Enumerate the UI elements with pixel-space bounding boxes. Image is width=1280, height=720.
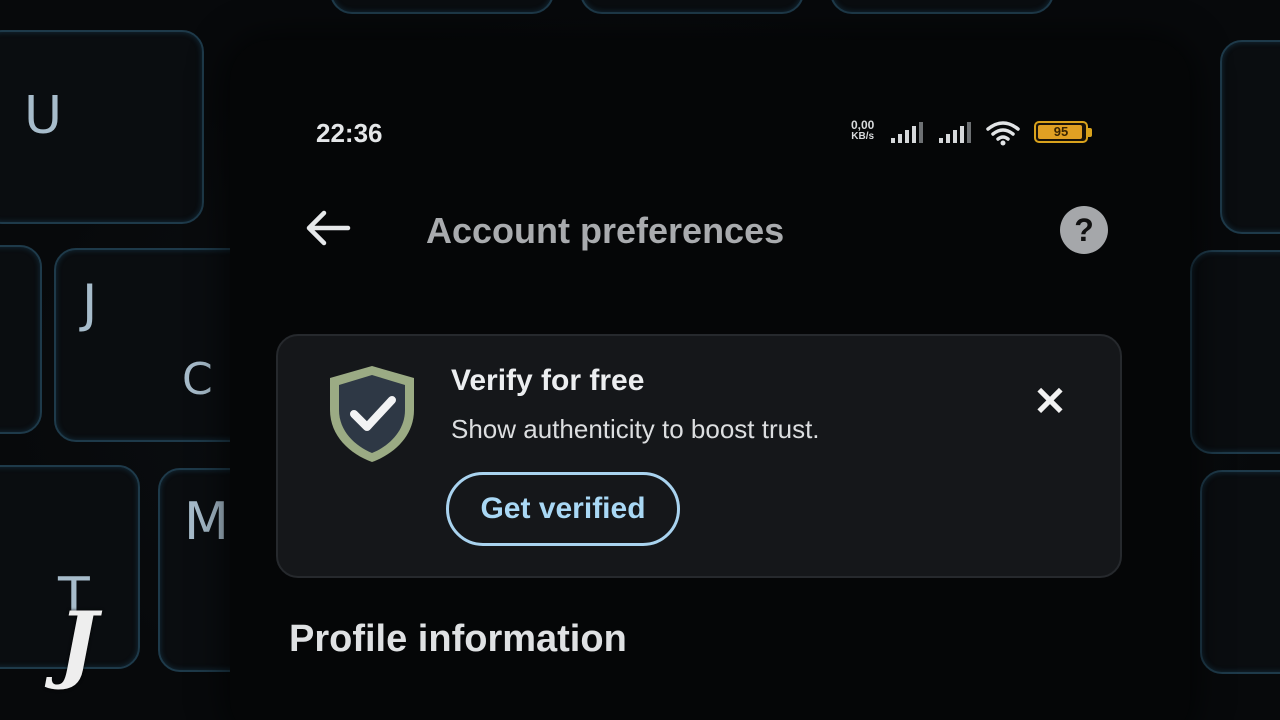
verified-shield-icon (330, 366, 414, 462)
page-title: Account preferences (426, 210, 785, 251)
battery-level: 95 (1053, 124, 1069, 139)
status-bar: 22:36 0,00 KB/s 95 (316, 118, 1096, 148)
cellular-signal-icon (891, 122, 923, 143)
network-speed-unit: KB/s (851, 131, 875, 142)
verify-banner-card: Verify for free Show authenticity to boo… (276, 334, 1122, 578)
back-arrow-icon[interactable] (300, 200, 356, 256)
keyboard-key-label: J (82, 274, 98, 334)
publisher-logo: J (58, 593, 98, 692)
keyboard-key-j: J C (54, 248, 258, 442)
keyboard-key (580, 0, 804, 14)
network-speed-indicator: 0,00 KB/s (851, 118, 875, 142)
keyboard-key-label: U (24, 86, 63, 146)
wifi-icon (986, 121, 1020, 146)
keyboard-key (1190, 250, 1280, 454)
keyboard-key (830, 0, 1054, 14)
keyboard-key (1220, 40, 1280, 234)
cellular-signal-icon (939, 122, 971, 143)
verify-card-subtitle: Show authenticity to boost trust. (451, 414, 820, 444)
battery-icon: 95 (1034, 121, 1088, 143)
keyboard-key (330, 0, 554, 14)
keyboard-key-u: U (0, 30, 204, 224)
verify-card-title: Verify for free (451, 364, 645, 397)
network-speed-value: 0,00 (851, 118, 875, 132)
get-verified-button[interactable]: Get verified (446, 472, 680, 546)
battery-terminal (1088, 128, 1092, 137)
status-time: 22:36 (316, 118, 383, 148)
keyboard-key-label: C (182, 354, 213, 405)
app-header: Account preferences ? (300, 200, 1140, 260)
keyboard-key-label: M (184, 492, 229, 552)
profile-information-heading: Profile information (289, 618, 627, 660)
phone-screen: 22:36 0,00 KB/s 95 Account preferences ?… (230, 40, 1190, 720)
keyboard-key (1200, 470, 1280, 674)
keyboard-key (0, 245, 42, 434)
screenshot-scene: U J C T M 22:36 0,00 KB/s 95 Account pre… (0, 0, 1280, 720)
help-circle-icon[interactable]: ? (1060, 206, 1108, 254)
close-icon[interactable]: ✕ (1030, 382, 1070, 422)
